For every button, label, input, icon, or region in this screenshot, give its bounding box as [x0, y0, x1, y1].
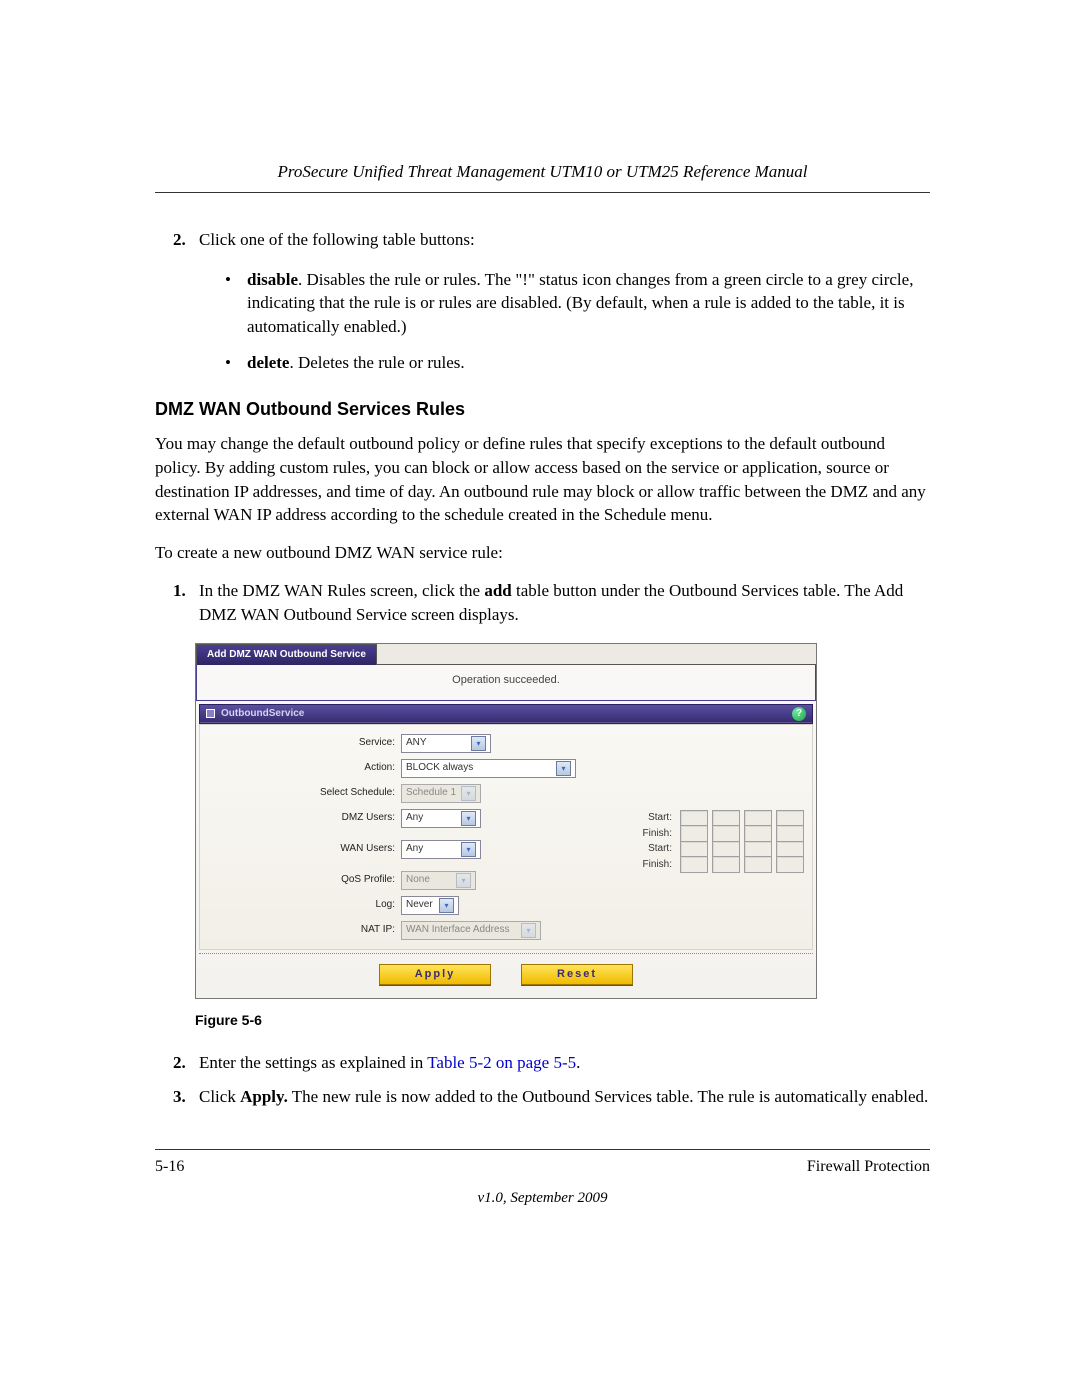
doc-version: v1.0, September 2009: [155, 1188, 930, 1209]
t: Click: [199, 1087, 240, 1106]
chevron-down-icon: ▾: [456, 873, 471, 888]
step-text: Enter the settings as explained in Table…: [199, 1051, 580, 1075]
chevron-down-icon: ▾: [439, 898, 454, 913]
t: .: [576, 1053, 580, 1072]
t: add: [484, 581, 511, 600]
step-number: 2.: [173, 1051, 199, 1075]
wan-users-select[interactable]: Any ▾: [401, 840, 481, 859]
v: None: [406, 873, 430, 887]
section-bar: OutboundService ?: [199, 704, 813, 724]
step-text: Click one of the following table buttons…: [199, 228, 475, 252]
step-text: Click Apply. The new rule is now added t…: [199, 1085, 928, 1109]
help-icon[interactable]: ?: [792, 707, 806, 721]
ip-start-dmz: [680, 810, 804, 827]
figure-caption: Figure 5-6: [195, 1011, 930, 1031]
label-start: Start:: [632, 811, 672, 825]
chevron-down-icon: ▾: [521, 923, 536, 938]
t: Enter the settings as explained in: [199, 1053, 427, 1072]
nat-select: WAN Interface Address ▾: [401, 921, 541, 940]
v: Any: [406, 811, 423, 825]
ip-octet[interactable]: [744, 841, 772, 858]
apply-button[interactable]: Apply: [379, 964, 491, 985]
label-schedule: Select Schedule:: [200, 786, 401, 800]
dmz-users-select[interactable]: Any ▾: [401, 809, 481, 828]
desc: . Disables the rule or rules. The "!" st…: [247, 270, 913, 337]
ip-octet[interactable]: [712, 841, 740, 858]
ip-octet[interactable]: [712, 810, 740, 827]
chevron-down-icon: ▾: [461, 842, 476, 857]
v: Schedule 1: [406, 786, 456, 800]
term: delete: [247, 353, 289, 372]
t: The new rule is now added to the Outboun…: [288, 1087, 928, 1106]
panel-tab[interactable]: Add DMZ WAN Outbound Service: [196, 644, 377, 665]
service-select[interactable]: ANY ▾: [401, 734, 491, 753]
qos-select: None ▾: [401, 871, 476, 890]
running-header: ProSecure Unified Threat Management UTM1…: [155, 160, 930, 193]
bullet-item: delete. Deletes the rule or rules.: [247, 351, 465, 375]
v: Never: [406, 898, 433, 912]
paragraph: You may change the default outbound poli…: [155, 432, 930, 527]
section-label: OutboundService: [221, 707, 304, 721]
chapter-name: Firewall Protection: [807, 1156, 930, 1178]
bullet-dot: •: [225, 268, 247, 339]
label-service: Service:: [200, 736, 401, 750]
label-dmz-users: DMZ Users:: [200, 811, 401, 825]
schedule-select: Schedule 1 ▾: [401, 784, 481, 803]
action-select[interactable]: BLOCK always ▾: [401, 759, 576, 778]
v: WAN Interface Address: [406, 923, 510, 937]
figure-screenshot: Add DMZ WAN Outbound Service Operation s…: [195, 643, 817, 1000]
step-number: 2.: [173, 228, 199, 252]
label-nat: NAT IP:: [200, 923, 401, 937]
chevron-down-icon: ▾: [461, 786, 476, 801]
xref-link[interactable]: Table 5-2 on page 5-5: [427, 1053, 576, 1072]
chevron-down-icon: ▾: [461, 811, 476, 826]
desc: . Deletes the rule or rules.: [289, 353, 464, 372]
reset-button[interactable]: Reset: [521, 964, 633, 985]
ip-octet[interactable]: [744, 856, 772, 873]
v: ANY: [406, 736, 427, 750]
bullet-dot: •: [225, 351, 247, 375]
log-select[interactable]: Never ▾: [401, 896, 459, 915]
term: disable: [247, 270, 298, 289]
ip-octet[interactable]: [680, 856, 708, 873]
label-finish: Finish:: [632, 858, 672, 872]
section-heading: DMZ WAN Outbound Services Rules: [155, 397, 930, 422]
chevron-down-icon: ▾: [556, 761, 571, 776]
v: Any: [406, 842, 423, 856]
label-action: Action:: [200, 761, 401, 775]
t: In the DMZ WAN Rules screen, click the: [199, 581, 484, 600]
ip-octet[interactable]: [680, 810, 708, 827]
bullet-item: disable. Disables the rule or rules. The…: [247, 268, 930, 339]
step-text: In the DMZ WAN Rules screen, click the a…: [199, 579, 930, 627]
ip-octet[interactable]: [680, 841, 708, 858]
label-log: Log:: [200, 898, 401, 912]
ip-octet[interactable]: [744, 810, 772, 827]
ip-octet[interactable]: [776, 810, 804, 827]
ip-octet[interactable]: [712, 856, 740, 873]
t: Apply.: [240, 1087, 288, 1106]
label-start: Start:: [632, 842, 672, 856]
ip-start-wan: [680, 841, 804, 858]
ip-finish-wan: [680, 856, 804, 873]
status-message: Operation succeeded.: [196, 665, 816, 701]
step-number: 1.: [173, 579, 199, 627]
ip-octet[interactable]: [776, 856, 804, 873]
step-number: 3.: [173, 1085, 199, 1109]
label-qos: QoS Profile:: [200, 873, 401, 887]
v: BLOCK always: [406, 761, 473, 775]
ip-octet[interactable]: [776, 841, 804, 858]
chevron-down-icon: ▾: [471, 736, 486, 751]
page-number: 5-16: [155, 1156, 184, 1178]
paragraph: To create a new outbound DMZ WAN service…: [155, 541, 930, 565]
label-wan-users: WAN Users:: [200, 842, 401, 856]
collapse-icon[interactable]: [206, 709, 215, 718]
tab-filler: [377, 644, 816, 665]
